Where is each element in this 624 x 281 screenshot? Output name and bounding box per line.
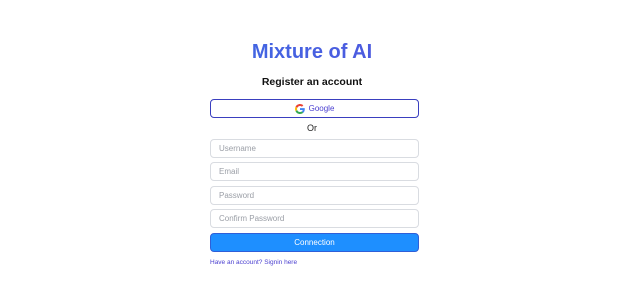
password-input[interactable] [210, 186, 419, 205]
google-icon [294, 103, 305, 114]
email-input[interactable] [210, 162, 419, 181]
signin-link[interactable]: Have an account? Signin here [210, 258, 297, 268]
brand-title: Mixture of AI [0, 38, 624, 66]
register-heading: Register an account [261, 76, 363, 88]
google-button-label: Google [308, 104, 335, 113]
register-page: Mixture of AI Register an account Google… [0, 0, 624, 281]
google-signin-button[interactable]: Google [210, 99, 419, 118]
or-divider: Or [307, 123, 317, 133]
confirm-password-input[interactable] [210, 209, 419, 228]
connection-button[interactable]: Connection [210, 233, 419, 252]
username-input[interactable] [210, 139, 419, 158]
